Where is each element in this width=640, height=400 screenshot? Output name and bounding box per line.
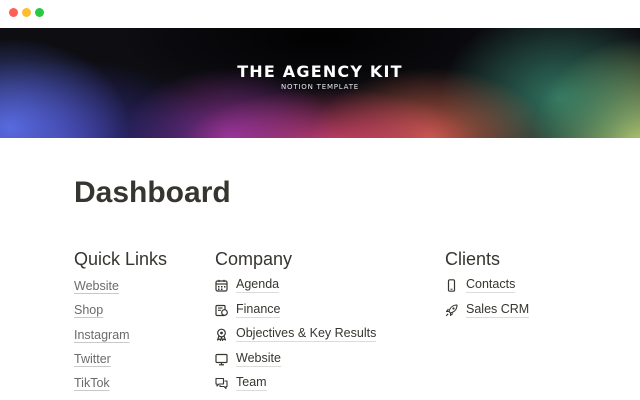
clients-item-contacts[interactable]: Contacts xyxy=(445,277,516,293)
clients-column: Clients Contacts Sales CRM xyxy=(445,248,530,318)
company-item-label: Agenda xyxy=(236,277,280,293)
minimize-window-button[interactable] xyxy=(22,8,31,17)
company-item-label: Team xyxy=(236,375,267,391)
quick-link-tiktok[interactable]: TikTok xyxy=(74,375,110,391)
clients-item-sales-crm[interactable]: Sales CRM xyxy=(445,302,530,318)
rocket-icon xyxy=(445,303,458,316)
app-window: THE AGENCY KIT NOTION TEMPLATE Dashboard… xyxy=(0,0,640,400)
clients-item-label: Contacts xyxy=(466,277,516,293)
company-heading: Company xyxy=(215,249,293,269)
company-item-agenda[interactable]: Agenda xyxy=(215,277,280,293)
cover-subtitle: NOTION TEMPLATE xyxy=(280,83,360,91)
company-item-label: Objectives & Key Results xyxy=(236,326,377,342)
clients-item-label: Sales CRM xyxy=(466,302,530,318)
company-item-finance[interactable]: Finance xyxy=(215,302,281,318)
company-item-okr[interactable]: Objectives & Key Results xyxy=(215,326,377,342)
company-item-label: Website xyxy=(236,351,281,367)
maximize-window-button[interactable] xyxy=(35,8,44,17)
finance-icon xyxy=(215,304,228,316)
cover-banner: THE AGENCY KIT NOTION TEMPLATE xyxy=(0,28,640,138)
page-title: Dashboard xyxy=(74,176,231,209)
chat-bubbles-icon xyxy=(215,377,228,389)
cover-title: THE AGENCY KIT xyxy=(237,62,403,81)
company-item-label: Finance xyxy=(236,302,281,318)
close-window-button[interactable] xyxy=(9,8,18,17)
quick-link-website[interactable]: Website xyxy=(74,278,119,294)
quick-link-twitter[interactable]: Twitter xyxy=(74,351,111,367)
quick-links-heading: Quick Links xyxy=(74,249,168,269)
company-item-team[interactable]: Team xyxy=(215,375,267,391)
award-icon xyxy=(216,328,227,341)
clients-heading: Clients xyxy=(445,249,501,269)
monitor-icon xyxy=(215,353,228,365)
quick-link-instagram[interactable]: Instagram xyxy=(74,327,130,343)
quick-links-column: Quick Links Website Shop Instagram Twitt… xyxy=(74,248,168,390)
company-column: Company Agenda Finance Objectives & Key … xyxy=(215,248,377,391)
phone-icon xyxy=(447,278,456,292)
window-titlebar xyxy=(0,0,640,28)
quick-link-shop[interactable]: Shop xyxy=(74,302,103,318)
company-item-website[interactable]: Website xyxy=(215,351,281,367)
calendar-icon xyxy=(215,279,228,292)
